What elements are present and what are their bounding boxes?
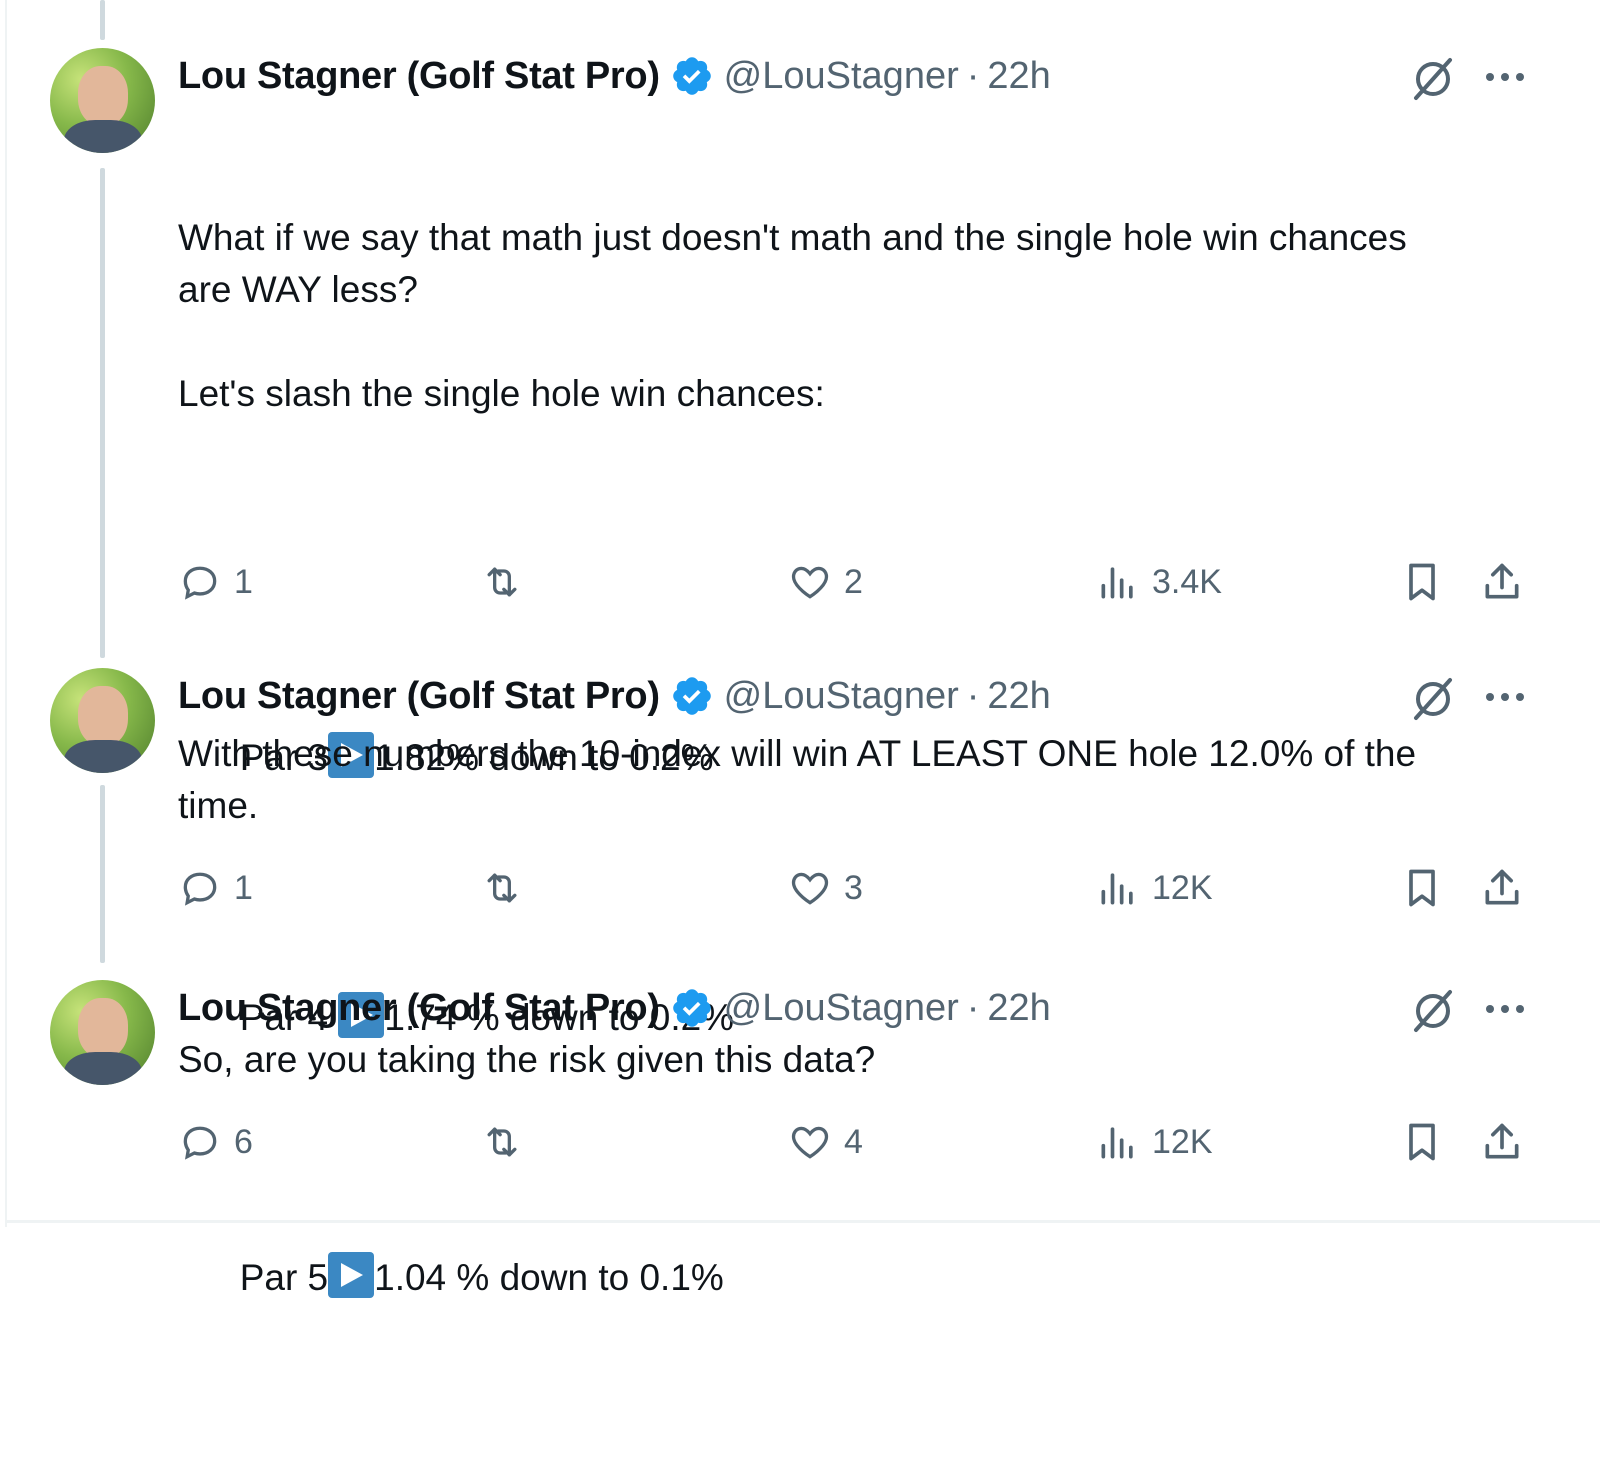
tweet-header: Lou Stagner (Golf Stat Pro) @LouStagner … [178,984,1051,1032]
views-button[interactable]: 12K [1096,1120,1213,1164]
verified-badge-icon[interactable] [670,54,714,98]
action-bar: 1 2 3.4K [178,560,1538,610]
separator: · [966,986,980,1029]
views-icon [1101,1127,1133,1159]
timestamp[interactable]: 22h [987,675,1050,718]
like-button[interactable]: 2 [788,560,863,604]
action-bar: 1 3 12K [178,866,1538,916]
more-icon[interactable] [1482,62,1528,92]
bookmark-icon [1409,563,1435,601]
repost-button[interactable] [480,560,536,604]
like-count: 4 [844,1122,863,1161]
tweet-text-intro: What if we say that math just doesn't ma… [178,217,1407,414]
bookmark-button[interactable] [1400,1120,1444,1164]
author-handle[interactable]: @LouStagner [724,55,959,98]
repost-icon [487,873,517,903]
author-handle[interactable]: @LouStagner [724,987,959,1030]
like-icon [791,872,829,905]
views-count: 12K [1152,1122,1213,1161]
reply-icon [183,872,217,906]
play-arrow-icon [328,1252,375,1298]
avatar[interactable] [50,980,155,1085]
avatar[interactable] [50,48,155,153]
views-button[interactable]: 3.4K [1096,560,1222,604]
like-count: 3 [844,868,863,907]
bookmark-icon [1409,869,1435,907]
views-icon [1101,567,1133,599]
timestamp[interactable]: 22h [987,987,1050,1030]
verified-badge-icon[interactable] [670,674,714,718]
reply-button[interactable]: 1 [178,866,253,910]
grok-icon[interactable] [1408,986,1458,1036]
tweet[interactable]: Lou Stagner (Golf Stat Pro) @LouStagner … [0,48,1600,1298]
thread-line [100,0,105,40]
bookmark-icon [1409,1123,1435,1161]
author-handle[interactable]: @LouStagner [724,675,959,718]
timestamp[interactable]: 22h [987,55,1050,98]
like-button[interactable]: 4 [788,1120,863,1164]
line-value: 1.04 % down to 0.1% [374,1257,724,1298]
separator: · [966,674,980,717]
reply-count: 6 [234,1122,253,1161]
more-icon[interactable] [1482,682,1528,712]
line-label: Par 5 [239,1257,329,1298]
reply-button[interactable]: 1 [178,560,253,604]
grok-icon[interactable] [1408,674,1458,724]
views-button[interactable]: 12K [1096,866,1213,910]
tweet-header: Lou Stagner (Golf Stat Pro) @LouStagner … [178,52,1051,100]
like-count: 2 [844,562,863,601]
reply-icon [183,566,217,600]
repost-button[interactable] [480,1120,536,1164]
reply-icon [183,1126,217,1160]
share-icon [1485,1123,1519,1159]
author-name[interactable]: Lou Stagner (Golf Stat Pro) [178,55,660,98]
separator: · [966,54,980,97]
grok-icon[interactable] [1408,54,1458,104]
views-count: 3.4K [1152,562,1222,601]
avatar[interactable] [50,668,155,773]
share-icon [1485,869,1519,905]
share-icon [1485,563,1519,599]
bookmark-button[interactable] [1400,560,1444,604]
author-name[interactable]: Lou Stagner (Golf Stat Pro) [178,675,660,718]
repost-button[interactable] [480,866,536,910]
author-name[interactable]: Lou Stagner (Golf Stat Pro) [178,987,660,1030]
tweet-header: Lou Stagner (Golf Stat Pro) @LouStagner … [178,672,1051,720]
like-button[interactable]: 3 [788,866,863,910]
repost-icon [487,1127,517,1157]
tweet-text: With these numbers the 10-index will win… [178,733,1417,826]
verified-badge-icon[interactable] [670,986,714,1030]
reply-count: 1 [234,868,253,907]
views-icon [1101,873,1133,905]
share-button[interactable] [1480,866,1524,910]
bookmark-button[interactable] [1400,866,1444,910]
repost-icon [487,567,517,597]
action-bar: 6 4 12K [178,1120,1538,1170]
like-icon [791,1126,829,1159]
views-count: 12K [1152,868,1213,907]
tweet[interactable]: Lou Stagner (Golf Stat Pro) @LouStagner … [0,980,1600,1200]
share-button[interactable] [1480,560,1524,604]
like-icon [791,566,829,599]
share-button[interactable] [1480,1120,1524,1164]
tweet[interactable]: Lou Stagner (Golf Stat Pro) @LouStagner … [0,668,1600,938]
tweet-text: So, are you taking the risk given this d… [178,1039,876,1080]
reply-count: 1 [234,562,253,601]
more-icon[interactable] [1482,994,1528,1024]
data-line: Par 5 1.04 % down to 0.1% [178,1200,1558,1356]
reply-button[interactable]: 6 [178,1120,253,1164]
